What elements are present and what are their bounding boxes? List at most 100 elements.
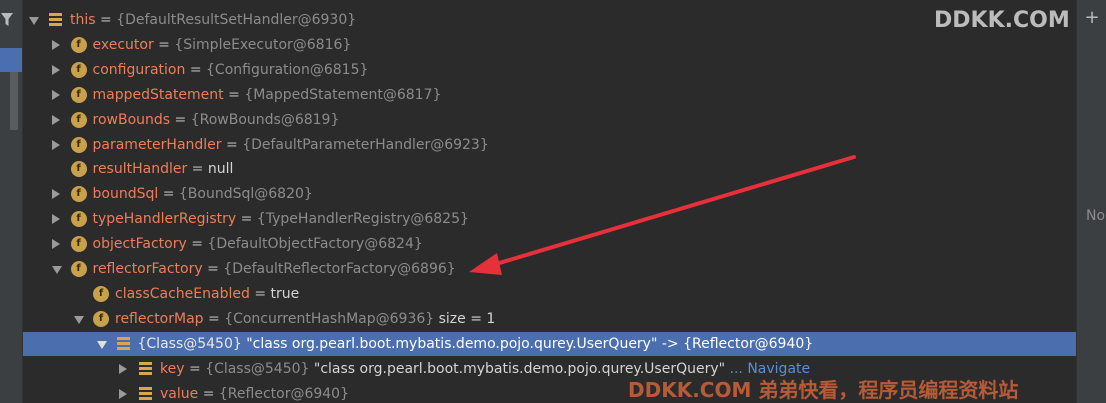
equals-sign: = (236, 211, 257, 228)
collapse-arrow-icon[interactable] (119, 388, 127, 399)
tree-row[interactable]: f classCacheEnabled = true (23, 282, 1076, 306)
variable-name: objectFactory (92, 236, 187, 253)
equals-sign: = (203, 310, 225, 327)
row-text: resultHandler = null (93, 157, 234, 181)
collapse-arrow-icon[interactable] (51, 39, 60, 50)
field-icon: f (70, 211, 87, 228)
variable-name: reflectorFactory (92, 261, 203, 277)
expand-arrow-icon[interactable] (51, 266, 62, 274)
row-text: boundSql = {BoundSql@6820} (93, 182, 313, 206)
equals-sign: = (223, 86, 245, 103)
literal-value: "class org.pearl.boot.mybatis.demo.pojo.… (246, 335, 814, 352)
equals-sign: = (170, 111, 191, 128)
tree-row[interactable]: f parameterHandler = {DefaultParameterHan… (23, 133, 1076, 157)
variable-name: boundSql (92, 186, 159, 203)
reference-value: {MappedStatement@6817} (244, 86, 442, 103)
collapse-arrow-icon[interactable] (51, 139, 60, 150)
collapse-arrow-icon[interactable] (51, 89, 60, 100)
toolbar-scrollbar[interactable] (10, 72, 18, 130)
row-text: configuration = {Configuration@6815} (93, 58, 369, 82)
variable-name: this (70, 12, 96, 28)
tree-row[interactable]: this = {DefaultResultSetHandler@6930} (23, 8, 1076, 32)
tree-row[interactable]: f resultHandler = null (23, 157, 1076, 181)
row-text: objectFactory = {DefaultObjectFactory@68… (93, 232, 423, 256)
tree-row[interactable]: f mappedStatement = {MappedStatement@6817… (23, 83, 1076, 107)
tree-row[interactable]: f reflectorFactory = {DefaultReflectorFac… (23, 257, 1076, 281)
list-icon (139, 361, 152, 375)
equals-sign: = (202, 261, 224, 277)
variable-name: configuration (92, 61, 186, 78)
list-icon (116, 336, 130, 350)
reference-value: {Class@5450} (205, 360, 314, 377)
filter-icon[interactable] (1, 13, 13, 27)
variable-name: parameterHandler (92, 136, 222, 153)
tree-row[interactable]: f configuration = {Configuration@6815} (23, 58, 1076, 82)
field-icon: f (70, 61, 87, 78)
collapse-arrow-icon[interactable] (51, 64, 60, 75)
tree-row[interactable]: f typeHandlerRegistry = {TypeHandlerRegis… (23, 207, 1076, 231)
reference-value: {DefaultObjectFactory@6824} (207, 236, 423, 253)
tree-row[interactable]: f executor = {SimpleExecutor@6816} (23, 33, 1076, 57)
equals-sign: = (187, 161, 208, 178)
variable-name: value (160, 385, 199, 402)
row-text: value = {Reflector@6940} (160, 382, 349, 403)
field-icon: f (93, 310, 109, 327)
reference-value: {TypeHandlerRegistry@6825} (256, 211, 469, 228)
field-icon: f (70, 36, 87, 53)
variable-name: key (160, 360, 185, 377)
reference-value: {DefaultResultSetHandler@6930} (116, 12, 357, 28)
equals-sign: = (95, 12, 117, 28)
field-icon: f (93, 285, 109, 302)
equals-sign: = (158, 186, 179, 203)
collapse-arrow-icon[interactable] (51, 189, 60, 200)
variable-name: resultHandler (92, 161, 188, 178)
tree-row[interactable]: f objectFactory = {DefaultObjectFactory@6… (23, 232, 1076, 256)
literal-value: null (207, 161, 234, 178)
variable-name: rowBounds (92, 111, 171, 128)
row-text: reflectorMap = {ConcurrentHashMap@6936} … (115, 307, 495, 331)
variable-name: executor (92, 36, 154, 53)
reference-value: {DefaultParameterHandler@6923} (242, 136, 489, 153)
variable-name: classCacheEnabled (115, 285, 250, 302)
expand-arrow-icon[interactable] (74, 315, 84, 324)
equals-sign: = (198, 385, 219, 402)
reference-value: {Configuration@6815} (206, 61, 369, 78)
reference-value: {Class@5450} (137, 335, 247, 352)
list-icon (49, 13, 62, 26)
row-text: classCacheEnabled = true (115, 282, 299, 306)
equals-sign: = (186, 236, 208, 253)
collapse-arrow-icon[interactable] (51, 239, 60, 250)
toolbar-selected-item[interactable] (0, 48, 22, 72)
collapse-arrow-icon[interactable] (51, 214, 60, 225)
reference-value: {ConcurrentHashMap@6936} (224, 310, 439, 327)
field-icon: f (70, 261, 87, 277)
tree-row[interactable]: f rowBounds = {RowBounds@6819} (23, 108, 1076, 132)
reference-value: {DefaultReflectorFactory@6896} (223, 261, 456, 277)
expand-arrow-icon[interactable] (29, 17, 39, 25)
row-text: rowBounds = {RowBounds@6819} (93, 108, 340, 132)
collapse-arrow-icon[interactable] (119, 363, 127, 374)
collapse-arrow-icon[interactable] (51, 114, 60, 125)
equals-sign: = (185, 61, 207, 78)
right-gutter (1076, 0, 1106, 403)
field-icon: f (70, 111, 87, 128)
tree-row[interactable]: {Class@5450} "class org.pearl.boot.mybat… (23, 331, 1076, 356)
reference-value: {RowBounds@6819} (190, 111, 340, 128)
field-icon: f (70, 186, 87, 203)
tree-row[interactable]: f boundSql = {BoundSql@6820} (23, 182, 1076, 206)
row-text: reflectorFactory = {DefaultReflectorFact… (93, 257, 456, 281)
variable-name: typeHandlerRegistry (92, 211, 237, 228)
reference-value: {BoundSql@6820} (178, 186, 313, 203)
expand-arrow-icon[interactable] (96, 340, 107, 349)
literal-value: size = 1 (438, 310, 496, 327)
field-icon: f (70, 86, 87, 103)
field-icon: f (70, 136, 87, 153)
equals-sign: = (184, 360, 206, 377)
variables-tree[interactable]: this = {DefaultResultSetHandler@6930} f ex… (23, 0, 1076, 403)
add-watch-button[interactable]: + (1084, 9, 1100, 27)
equals-sign: = (153, 36, 175, 53)
tree-row[interactable]: f reflectorMap = {ConcurrentHashMap@6936}… (23, 307, 1076, 331)
watermark-bottom: DDKK.COM 弟弟快看，程序员编程资料站 (628, 378, 1019, 402)
reference-value: {Reflector@6940} (218, 385, 349, 402)
equals-sign: = (221, 136, 243, 153)
